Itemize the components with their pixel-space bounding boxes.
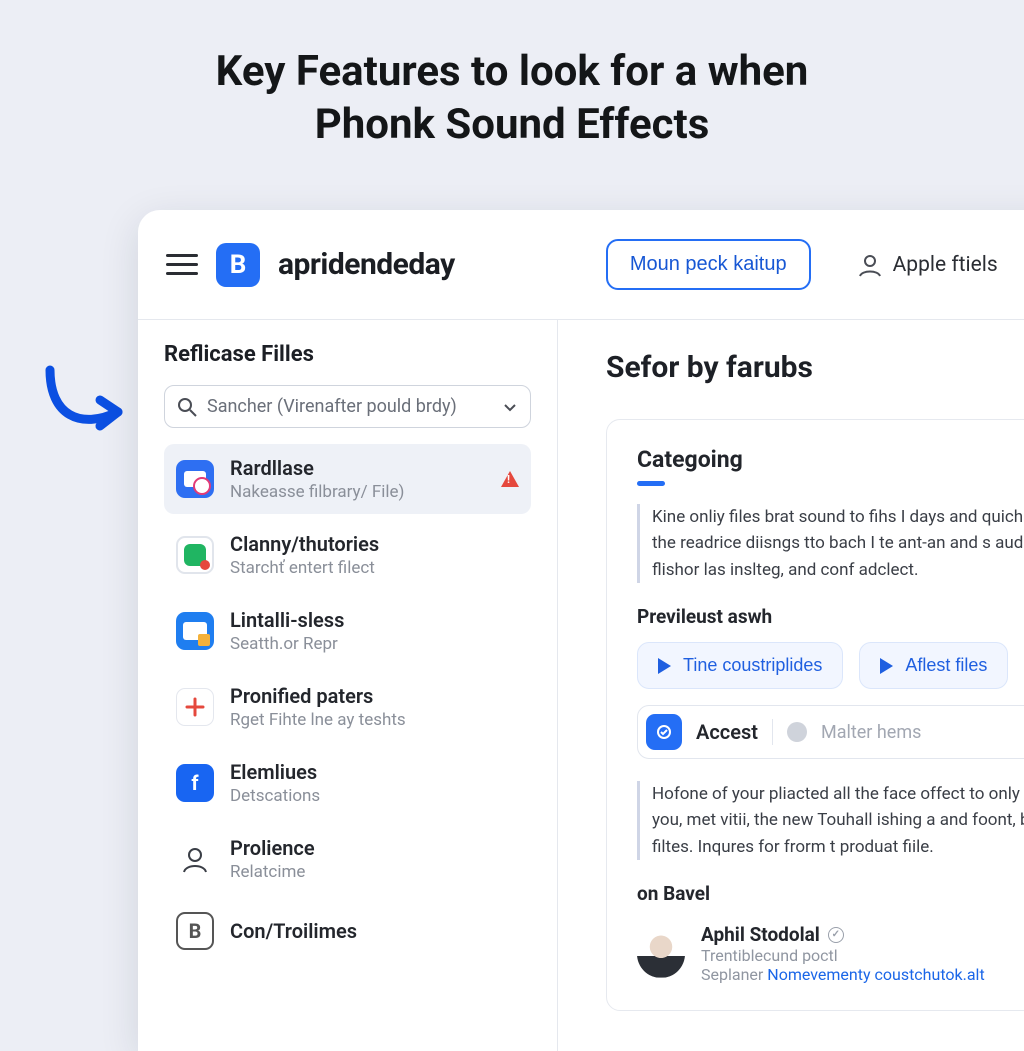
- author-link[interactable]: Nomevementy coustchutok.alt: [767, 965, 984, 984]
- author-name: Aphil Stodolal ✓: [701, 923, 985, 946]
- list-item-title: Pronified paters: [230, 684, 406, 708]
- callout-arrow-icon: [40, 360, 140, 450]
- sidebar-item[interactable]: Pronified patersRget Fihte lne ay teshts: [164, 672, 531, 742]
- chip-row: Tine coustriplides Aflest files: [637, 642, 1024, 689]
- list-item-subtitle: Seatth.or Repr: [230, 634, 344, 654]
- cta-button[interactable]: Moun peck kaitup: [606, 239, 811, 290]
- list-item-title: Elemliues: [230, 760, 320, 784]
- play-icon: [658, 658, 671, 674]
- card-subhead-1: Previleust aswh: [637, 605, 1024, 628]
- author-byline: Aphil Stodolal ✓ Trentiblecund poctl Sep…: [637, 923, 1024, 984]
- list-item-subtitle: Rget Fihte lne ay teshts: [230, 710, 406, 730]
- sidebar-item[interactable]: B Con/Troilimes: [164, 900, 531, 962]
- list-item-subtitle: Relatcime: [230, 862, 315, 882]
- access-placeholder: Malter hems: [821, 722, 921, 743]
- play-icon: [880, 658, 893, 674]
- author-meta: Seplaner Nomevementy coustchutok.alt: [701, 965, 985, 984]
- topbar: B apridendeday Moun peck kaitup Apple ft…: [138, 210, 1024, 320]
- brand-name: apridendeday: [278, 247, 455, 282]
- list-item-subtitle: Nakeasse filbrary/ File): [230, 482, 404, 502]
- access-input-row[interactable]: Accest Malter hems: [637, 705, 1024, 759]
- alert-icon: [501, 471, 519, 487]
- list-item-title: Rardllase: [230, 456, 404, 480]
- sidebar-item[interactable]: ProlienceRelatcime: [164, 824, 531, 894]
- list-item-title: Lintalli-sless: [230, 608, 344, 632]
- main-panel: Sefor by farubs Categoing Kine onliy fil…: [558, 320, 1024, 1051]
- brand-logo[interactable]: B: [216, 243, 260, 287]
- sidebar-item[interactable]: RardllaseNakeasse filbrary/ File): [164, 444, 531, 514]
- author-role: Trentiblecund poctl: [701, 946, 985, 965]
- b-icon: B: [176, 912, 214, 950]
- sidebar-item[interactable]: Clanny/thutoriesStarchť entert filect: [164, 520, 531, 590]
- page-hero: Key Features to look for a when Phonk So…: [0, 0, 1024, 181]
- menu-icon[interactable]: [166, 249, 198, 281]
- access-icon: [646, 714, 682, 750]
- dim-icon: [787, 722, 807, 742]
- card-paragraph-2: Hofone of your pliacted all the face off…: [637, 781, 1024, 860]
- app-window: B apridendeday Moun peck kaitup Apple ft…: [138, 210, 1024, 1051]
- list-item-title: Prolience: [230, 836, 315, 860]
- status-icon: [176, 536, 214, 574]
- search-icon: [177, 397, 197, 417]
- nav-user[interactable]: Apple ftiels: [857, 252, 998, 278]
- list-item-subtitle: Starchť entert filect: [230, 558, 379, 578]
- accent-bar: [637, 481, 665, 486]
- f-icon: f: [176, 764, 214, 802]
- chip-aflest[interactable]: Aflest files: [859, 642, 1008, 689]
- access-label: Accest: [696, 720, 758, 744]
- avatar: [637, 930, 685, 978]
- user-icon: [176, 840, 214, 878]
- list-item-title: Con/Troilimes: [230, 919, 357, 943]
- card-paragraph-1: Kine onliy files brat sound to fihs I da…: [637, 504, 1024, 583]
- sidebar-item[interactable]: f ElemliuesDetscations: [164, 748, 531, 818]
- list-item-subtitle: Detscations: [230, 786, 320, 806]
- chevron-down-icon: [502, 399, 518, 415]
- sidebar-item[interactable]: Lintalli-slessSeatth.or Repr: [164, 596, 531, 666]
- card-subhead-2: on Bavel: [637, 882, 1024, 905]
- sidebar-search-combo[interactable]: Sancher (Virenafter pould brdy): [164, 385, 531, 428]
- folder-icon: [176, 460, 214, 498]
- card-title: Categoing: [637, 446, 1024, 473]
- chip-tine[interactable]: Tine coustriplides: [637, 642, 843, 689]
- list-item-title: Clanny/thutories: [230, 532, 379, 556]
- content-card: Categoing Kine onliy files brat sound to…: [606, 419, 1024, 1011]
- sidebar: Reflicase Filles Sancher (Virenafter pou…: [138, 320, 558, 1051]
- sidebar-title: Reflicase Filles: [164, 342, 531, 367]
- calendar-icon: [176, 612, 214, 650]
- main-heading: Sefor by farubs: [606, 350, 1024, 385]
- user-icon: [857, 252, 883, 278]
- plus-icon: [176, 688, 214, 726]
- sidebar-search-placeholder: Sancher (Virenafter pould brdy): [207, 396, 492, 417]
- hero-title: Key Features to look for a when Phonk So…: [0, 46, 1024, 151]
- verified-icon: ✓: [828, 927, 844, 943]
